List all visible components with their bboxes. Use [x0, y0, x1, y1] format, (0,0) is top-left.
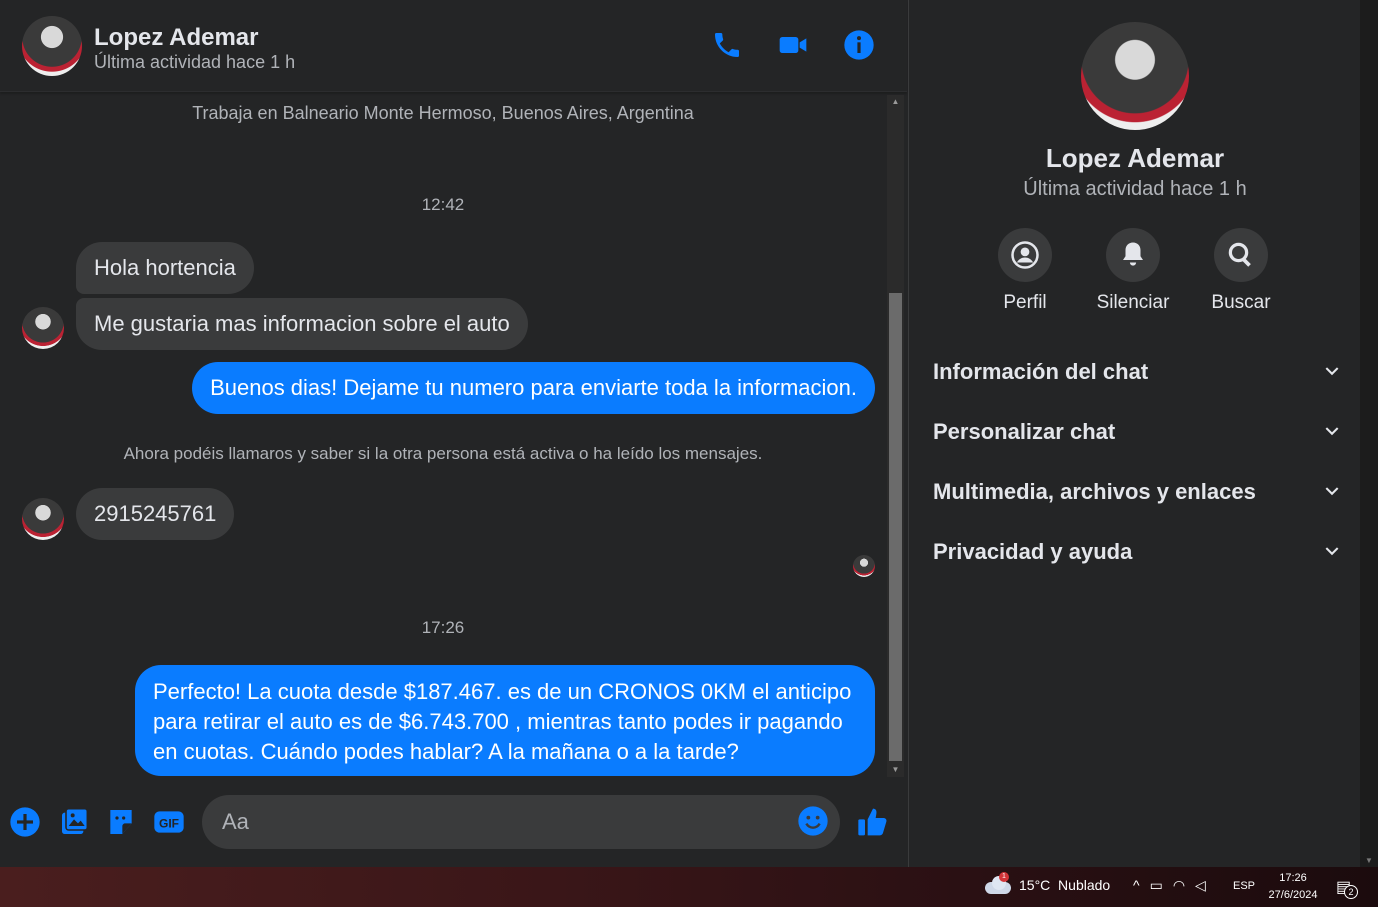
like-icon[interactable] [856, 805, 890, 839]
bell-icon[interactable] [1106, 228, 1160, 282]
chat-header: Lopez Ademar Última actividad hace 1 h [0, 0, 907, 92]
timestamp: 12:42 [421, 195, 465, 214]
phone-icon[interactable] [710, 28, 744, 62]
sender-avatar[interactable] [22, 307, 64, 349]
tray-chevron-icon[interactable]: ^ [1133, 877, 1140, 894]
video-call-icon[interactable] [776, 28, 810, 62]
message-incoming[interactable]: 2915245761 [76, 488, 235, 540]
panel-avatar[interactable] [1081, 22, 1189, 130]
clock[interactable]: 17:26 27/6/2024 [1262, 870, 1324, 904]
language-indicator[interactable]: ESP [1233, 880, 1255, 892]
contact-status: Última actividad hace 1 h [94, 52, 296, 72]
message-outgoing[interactable]: Perfecto! La cuota desde $187.467. es de… [135, 665, 875, 776]
message-outgoing[interactable]: Buenos dias! Dejame tu numero para envia… [192, 362, 875, 414]
gif-icon[interactable]: GIF [152, 805, 186, 839]
system-notice: Ahora podéis llamaros y saber si la otra… [123, 444, 763, 463]
chevron-down-icon [1325, 547, 1339, 556]
message-list: Trabaja en Balneario Monte Hermoso, Buen… [0, 93, 886, 778]
system-tray: ^ ▭ ◠ ◁ [1133, 877, 1206, 894]
section-title: Personalizar chat [933, 419, 1116, 444]
clock-date: 27/6/2024 [1268, 889, 1318, 901]
message-incoming[interactable]: Hola hortencia [76, 242, 254, 294]
page-scrollbar[interactable]: ▼ [1360, 0, 1378, 867]
mute-action-label: Silenciar [1096, 292, 1170, 313]
search-action-label: Buscar [1211, 292, 1271, 313]
photo-icon[interactable] [57, 805, 91, 839]
notification-count: 2 [1344, 885, 1358, 899]
weather-badge: 1 [999, 872, 1009, 882]
profile-icon[interactable] [998, 228, 1052, 282]
seen-avatar [853, 555, 875, 577]
contact-avatar[interactable] [22, 16, 82, 76]
message-incoming[interactable]: Me gustaria mas informacion sobre el aut… [76, 298, 528, 350]
volume-icon[interactable]: ◁ [1195, 877, 1206, 894]
section-title: Privacidad y ayuda [933, 539, 1133, 564]
profile-action[interactable]: Perfil [980, 228, 1070, 314]
panel-contact-status: Última actividad hace 1 h [1023, 178, 1247, 200]
taskbar: 1 15°C Nublado ^ ▭ ◠ ◁ ESP 17:26 27/6/20… [0, 867, 1378, 907]
composer: GIF [0, 778, 907, 867]
scroll-up-arrow[interactable]: ▲ [887, 95, 904, 109]
info-icon[interactable] [842, 28, 876, 62]
notification-icon[interactable]: ▤ 2 [1336, 877, 1360, 899]
chat-pane: Lopez Ademar Última actividad hace 1 h T… [0, 0, 907, 867]
search-icon[interactable] [1214, 228, 1268, 282]
section-media-files-links[interactable]: Multimedia, archivos y enlaces [933, 470, 1343, 514]
search-action[interactable]: Buscar [1196, 228, 1286, 314]
weather-text: 15°C Nublado [1019, 877, 1111, 893]
work-info: Trabaja en Balneario Monte Hermoso, Buen… [192, 103, 694, 123]
chevron-down-icon [1325, 367, 1339, 376]
wifi-icon[interactable]: ◠ [1173, 877, 1185, 894]
section-title: Información del chat [933, 359, 1149, 384]
scroll-down-arrow[interactable]: ▼ [887, 763, 904, 777]
panel-contact-name: Lopez Ademar [1045, 143, 1225, 173]
sender-avatar[interactable] [22, 498, 64, 540]
weather-widget[interactable]: 1 15°C Nublado [985, 872, 1111, 894]
mute-action[interactable]: Silenciar [1088, 228, 1178, 314]
cloud-icon: 1 [985, 872, 1011, 894]
message-scrollbar[interactable]: ▲ ▼ [887, 95, 904, 777]
sticker-icon[interactable] [104, 805, 138, 839]
section-title: Multimedia, archivos y enlaces [933, 479, 1256, 504]
meet-icon[interactable]: ▭ [1150, 877, 1163, 894]
chat-info-panel: Lopez Ademar Última actividad hace 1 h P… [908, 0, 1360, 867]
scroll-thumb[interactable] [889, 293, 902, 761]
chevron-down-icon [1325, 427, 1339, 436]
emoji-icon[interactable] [797, 805, 831, 839]
section-chat-info[interactable]: Información del chat [933, 350, 1343, 394]
messenger-app: Lopez Ademar Última actividad hace 1 h T… [0, 0, 1378, 867]
profile-action-label: Perfil [1003, 292, 1047, 313]
page-scroll-down-arrow[interactable]: ▼ [1365, 856, 1373, 865]
section-customize-chat[interactable]: Personalizar chat [933, 410, 1343, 454]
gif-label: GIF [159, 816, 179, 830]
clock-time: 17:26 [1279, 872, 1307, 884]
timestamp: 17:26 [421, 618, 465, 637]
chevron-down-icon [1325, 487, 1339, 496]
plus-icon[interactable] [8, 805, 42, 839]
message-input[interactable] [202, 795, 840, 849]
section-privacy-help[interactable]: Privacidad y ayuda [933, 530, 1343, 574]
contact-name[interactable]: Lopez Ademar [94, 24, 258, 52]
